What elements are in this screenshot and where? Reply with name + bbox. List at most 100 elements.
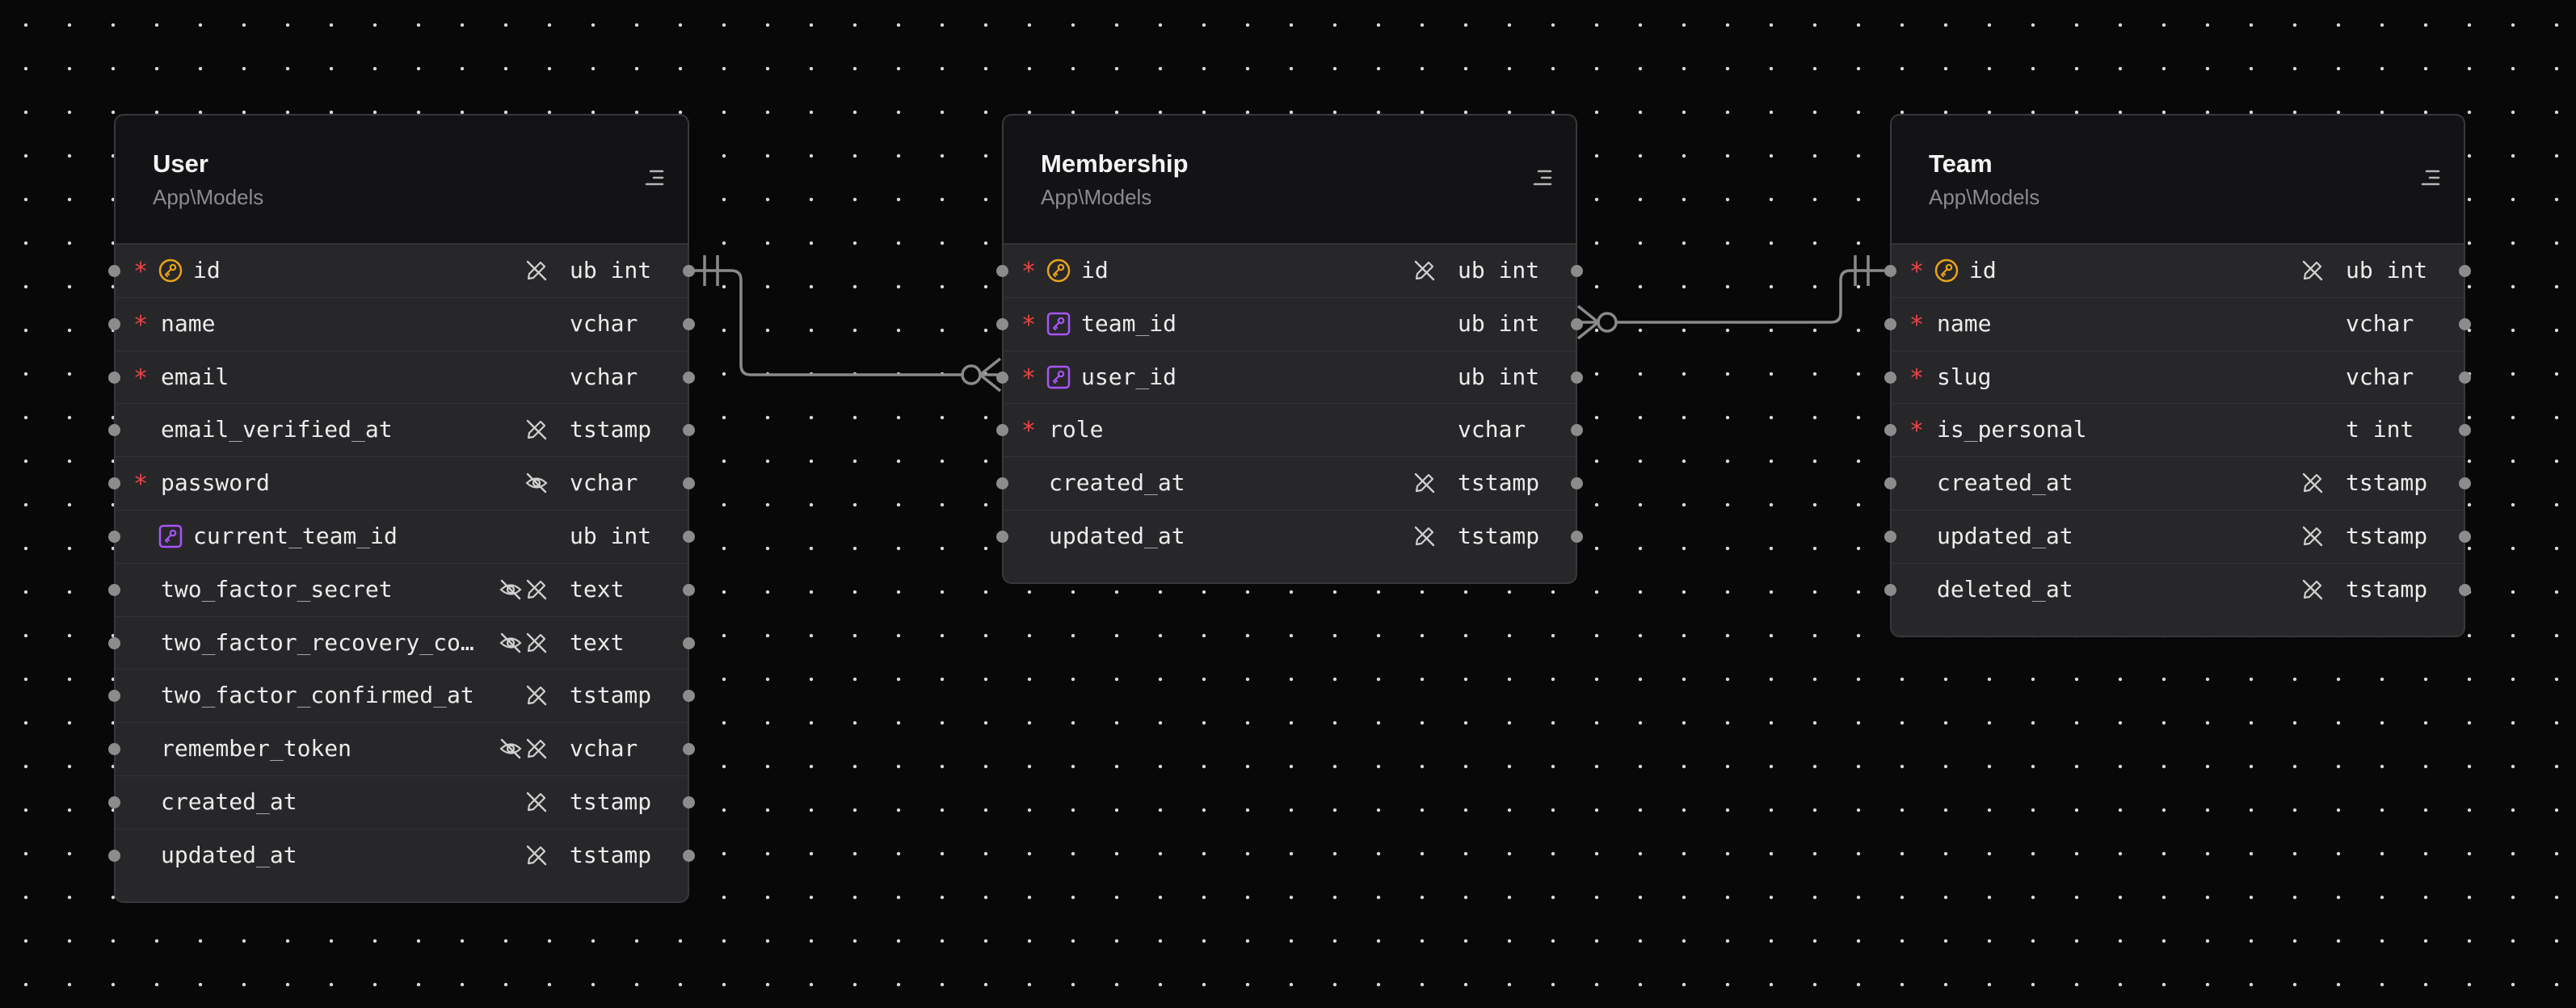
column-row[interactable]: two_factor_recovery_cod… text [108,615,695,670]
column-row[interactable]: * id ub int [1884,245,2471,297]
connection-handle-left[interactable] [996,530,1008,543]
column-name: email [161,364,229,389]
connection-handle-right[interactable] [683,796,695,808]
edge-team-membership[interactable] [1576,255,1884,340]
menu-icon[interactable] [2418,166,2443,190]
connection-handle-right[interactable] [2459,371,2471,384]
column-name: updated_at [1937,523,2073,548]
column-row[interactable]: updated_at tstamp [108,828,695,882]
connection-handle-right[interactable] [1571,530,1583,543]
column-name: updated_at [1049,523,1185,548]
connection-handle-right[interactable] [683,530,695,543]
connection-handle-left[interactable] [108,636,120,649]
column-row[interactable]: * password vchar [108,456,695,510]
column-type: ub int [2346,257,2428,284]
connection-handle-right[interactable] [2459,583,2471,596]
column-row[interactable]: remember_token vchar [108,722,695,775]
connection-handle-right[interactable] [2459,317,2471,330]
table-membership[interactable]: Membership App\Models * id ub int * team_id u… [996,114,1583,584]
edge-user-membership[interactable] [688,255,1002,393]
column-row[interactable]: created_at tstamp [108,775,695,829]
column-row[interactable]: current_team_id ub int [108,509,695,563]
connection-handle-right[interactable] [683,424,695,437]
connection-handle-right[interactable] [683,849,695,862]
connection-handle-right[interactable] [1571,477,1583,490]
table-header[interactable]: User App\Models [116,116,688,245]
connection-handle-right[interactable] [2459,477,2471,490]
connection-handle-right[interactable] [2459,530,2471,543]
column-type: ub int [1458,309,1540,337]
column-row[interactable]: * is_personal t int [1884,403,2471,456]
connection-handle-left[interactable] [996,265,1008,277]
column-row[interactable]: * email vchar [108,350,695,404]
connection-handle-right[interactable] [683,317,695,330]
column-row[interactable]: * id ub int [996,245,1583,297]
edit-off-icon [2302,260,2323,281]
connection-handle-right[interactable] [683,265,695,277]
column-flags [499,631,549,655]
connection-handle-left[interactable] [996,477,1008,490]
connection-handle-left[interactable] [1884,317,1896,330]
connection-handle-right[interactable] [683,743,695,756]
column-row[interactable]: updated_at tstamp [1884,509,2471,563]
connection-handle-left[interactable] [1884,477,1896,490]
column-name: is_personal [1937,418,2087,443]
column-row[interactable]: * user_id ub int [996,350,1583,404]
connection-handle-right[interactable] [683,477,695,490]
connection-handle-left[interactable] [1884,265,1896,277]
column-row[interactable]: * name vchar [108,296,695,351]
connection-handle-right[interactable] [683,690,695,703]
column-row[interactable]: deleted_at tstamp [1884,562,2471,616]
primary-key-icon [1934,258,1959,283]
column-row[interactable]: email_verified_at tstamp [108,403,695,456]
menu-icon[interactable] [1530,166,1555,190]
connection-handle-left[interactable] [108,849,120,862]
table-header[interactable]: Team App\Models [1892,116,2464,245]
column-row[interactable]: * role vchar [996,403,1583,456]
connection-handle-left[interactable] [108,477,120,490]
connection-handle-left[interactable] [108,265,120,277]
connection-handle-left[interactable] [108,424,120,437]
column-row[interactable]: two_factor_secret text [108,562,695,616]
connection-handle-left[interactable] [108,583,120,596]
connection-handle-right[interactable] [683,583,695,596]
connection-handle-right[interactable] [683,636,695,649]
column-type: tstamp [2346,469,2428,497]
column-row[interactable]: created_at tstamp [996,456,1583,510]
connection-handle-right[interactable] [1571,317,1583,330]
column-row[interactable]: * team_id ub int [996,296,1583,351]
connection-handle-left[interactable] [108,371,120,384]
connection-handle-right[interactable] [2459,424,2471,437]
connection-handle-left[interactable] [996,317,1008,330]
connection-handle-left[interactable] [996,424,1008,437]
connection-handle-right[interactable] [683,371,695,384]
connection-handle-right[interactable] [1571,371,1583,384]
connection-handle-left[interactable] [1884,530,1896,543]
column-row[interactable]: * slug vchar [1884,350,2471,404]
column-flags [1412,258,1437,283]
table-user[interactable]: User App\Models * id ub int * name vchar * emai… [108,114,695,903]
required-asterisk-icon: * [133,258,149,286]
table-header[interactable]: Membership App\Models [1004,116,1576,245]
column-name: created_at [1049,471,1185,496]
column-row[interactable]: * name vchar [1884,296,2471,351]
column-row[interactable]: updated_at tstamp [996,509,1583,563]
connection-handle-right[interactable] [2459,265,2471,277]
column-row[interactable]: two_factor_confirmed_at tstamp [108,669,695,722]
connection-handle-left[interactable] [108,530,120,543]
column-row[interactable]: * id ub int [108,245,695,297]
connection-handle-left[interactable] [996,371,1008,384]
menu-icon[interactable] [642,166,667,190]
connection-handle-left[interactable] [1884,583,1896,596]
table-team[interactable]: Team App\Models * id ub int * name vchar * slug… [1884,114,2471,637]
connection-handle-left[interactable] [108,317,120,330]
column-row[interactable]: created_at tstamp [1884,456,2471,510]
column-flags [524,683,549,708]
connection-handle-left[interactable] [108,690,120,703]
connection-handle-right[interactable] [1571,265,1583,277]
connection-handle-left[interactable] [1884,424,1896,437]
connection-handle-left[interactable] [108,743,120,756]
connection-handle-left[interactable] [1884,371,1896,384]
connection-handle-left[interactable] [108,796,120,808]
connection-handle-right[interactable] [1571,424,1583,437]
